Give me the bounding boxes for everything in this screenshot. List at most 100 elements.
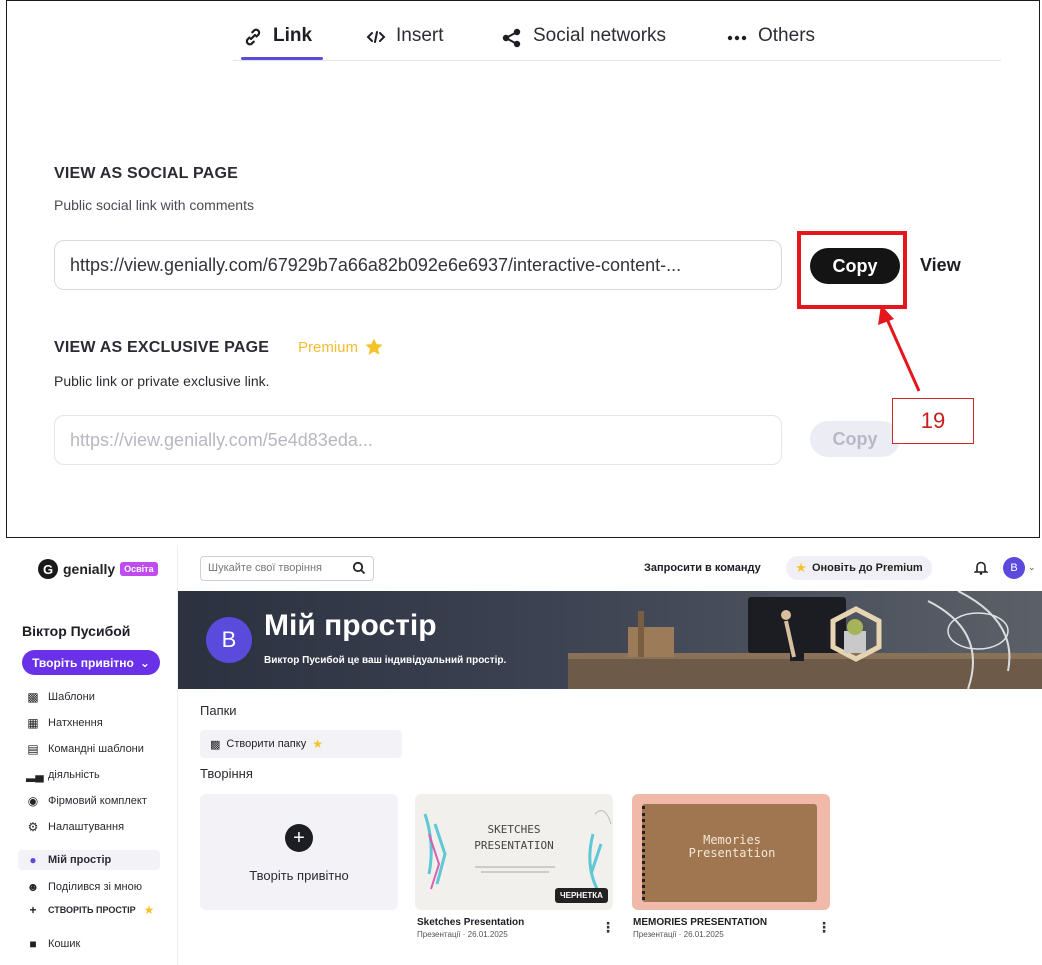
notebook-binding bbox=[642, 806, 652, 900]
highlight-box bbox=[797, 231, 907, 309]
desk-scene-illustration bbox=[568, 591, 1042, 689]
logo-text: genially bbox=[63, 561, 116, 577]
plus-icon: + bbox=[285, 824, 313, 852]
invite-team-link[interactable]: Запросити в команду bbox=[644, 562, 761, 574]
sidebar-item-inspiration[interactable]: ▦ Натхнення bbox=[26, 713, 103, 733]
annotation-arrow bbox=[878, 305, 921, 392]
gear-icon: ⚙ bbox=[27, 820, 39, 834]
search-placeholder: Шукайте свої творіння bbox=[208, 562, 322, 574]
creation-meta: Презентації · 26.01.2025 bbox=[633, 930, 724, 939]
trash-icon: ■ bbox=[29, 937, 37, 951]
bell-icon[interactable] bbox=[974, 560, 988, 575]
upgrade-label: Оновіть до Premium bbox=[811, 562, 923, 574]
active-tab-indicator bbox=[241, 57, 323, 60]
creation-thumbnail[interactable]: Memories Presentation bbox=[632, 794, 830, 910]
sidebar-item-settings[interactable]: ⚙ Налаштування bbox=[26, 817, 124, 837]
sidebar-item-create-space[interactable]: + СТВОРІТЬ ПРОСТІР ★ bbox=[26, 900, 154, 920]
genially-logo[interactable]: G genially Освіта bbox=[38, 559, 158, 579]
sidebar-item-label: Командні шаблони bbox=[48, 743, 144, 755]
draft-badge: ЧЕРНЕТКА bbox=[555, 888, 608, 903]
upgrade-button[interactable]: ★ Оновіть до Premium bbox=[786, 556, 932, 580]
avatar[interactable]: B bbox=[1003, 557, 1025, 579]
folders-heading: Папки bbox=[200, 703, 237, 718]
social-page-title: VIEW AS SOCIAL PAGE bbox=[54, 165, 238, 182]
creation-meta: Презентації · 26.01.2025 bbox=[417, 930, 508, 939]
team-templates-icon: ▤ bbox=[27, 742, 39, 756]
genially-logo-icon: G bbox=[38, 559, 58, 579]
creation-title[interactable]: Sketches Presentation bbox=[417, 917, 524, 928]
star-icon: ★ bbox=[795, 560, 807, 575]
sidebar-item-label: Налаштування bbox=[48, 821, 125, 833]
creation-thumbnail[interactable]: SKETCHES PRESENTATION ЧЕРНЕТКА bbox=[415, 794, 613, 910]
create-button[interactable]: Творіть привітно ⌄ bbox=[22, 650, 160, 675]
view-link[interactable]: View bbox=[920, 255, 961, 276]
create-button-label: Творіть привітно bbox=[32, 655, 134, 670]
sidebar-item-label: діяльність bbox=[48, 769, 100, 781]
thumbnail-title: Memories Presentation bbox=[688, 833, 776, 860]
premium-badge: Premium bbox=[298, 337, 384, 357]
user-name: Віктор Пусибой bbox=[22, 623, 131, 639]
premium-label: Premium bbox=[298, 338, 359, 356]
search-input[interactable]: Шукайте свої творіння bbox=[200, 556, 374, 581]
tab-insert[interactable]: Insert bbox=[366, 25, 444, 61]
sidebar-item-label: СТВОРІТЬ ПРОСТІР bbox=[48, 905, 136, 915]
annotation-number: 19 bbox=[892, 398, 974, 444]
create-folder-label: Створити папку bbox=[226, 738, 307, 750]
tab-link-label: Link bbox=[273, 25, 313, 46]
sidebar-item-my-space[interactable]: ● Мій простір bbox=[18, 850, 160, 870]
tab-insert-label: Insert bbox=[396, 25, 444, 46]
star-icon bbox=[365, 338, 383, 355]
sidebar-item-label: Поділився зі мною bbox=[48, 881, 142, 893]
star-icon: ★ bbox=[143, 903, 155, 917]
sidebar-item-shared[interactable]: ☻ Поділився зі мною bbox=[26, 877, 142, 897]
more-options-icon[interactable]: ⋮ bbox=[817, 919, 831, 936]
shared-icon: ☻ bbox=[26, 880, 40, 894]
brand-kit-icon: ◉ bbox=[27, 794, 39, 808]
sidebar-item-team-templates[interactable]: ▤ Командні шаблони bbox=[26, 739, 144, 759]
exclusive-page-title: VIEW AS EXCLUSIVE PAGE bbox=[54, 339, 270, 356]
social-url-field[interactable]: https://view.genially.com/67929b7a66a82b… bbox=[54, 240, 782, 290]
inspiration-icon: ▦ bbox=[27, 716, 39, 730]
edu-badge: Освіта bbox=[120, 562, 158, 576]
folder-icon: ▩ bbox=[210, 738, 221, 751]
tab-others[interactable]: Others bbox=[726, 25, 815, 61]
sidebar-item-trash[interactable]: ■ Кошик bbox=[26, 934, 80, 954]
thumbnail-title: SKETCHES PRESENTATION bbox=[474, 823, 554, 852]
sidebar-item-label: Фірмовий комплект bbox=[48, 795, 147, 807]
sidebar-item-activity[interactable]: ▂▄ діяльність bbox=[26, 765, 100, 785]
activity-icon: ▂▄ bbox=[26, 768, 44, 782]
grid-icon: ▩ bbox=[27, 690, 39, 704]
tab-social-label: Social networks bbox=[533, 25, 667, 46]
page-title: Мій простір bbox=[264, 609, 437, 642]
exclusive-url-field: https://view.genially.com/5e4d83eda... bbox=[54, 415, 782, 465]
share-icon bbox=[502, 28, 521, 48]
creations-heading: Творіння bbox=[200, 766, 253, 781]
sidebar: G genially Освіта Віктор Пусибой Творіть… bbox=[0, 545, 178, 965]
share-dialog: Link Insert Social networks Others VIEW … bbox=[6, 0, 1040, 538]
more-options-icon[interactable]: ⋮ bbox=[601, 919, 615, 936]
create-folder-button[interactable]: ▩ Створити папку ★ bbox=[200, 730, 402, 758]
chevron-down-icon[interactable]: ⌄ bbox=[1028, 562, 1036, 573]
more-icon bbox=[727, 35, 747, 41]
link-icon bbox=[245, 28, 261, 46]
search-icon bbox=[352, 561, 366, 575]
sidebar-item-brand-kit[interactable]: ◉ Фірмовий комплект bbox=[26, 791, 147, 811]
sidebar-item-label: Шаблони bbox=[48, 691, 95, 703]
sidebar-item-label: Натхнення bbox=[48, 717, 103, 729]
creation-title[interactable]: MEMORIES PRESENTATION bbox=[633, 917, 767, 928]
social-page-subtitle: Public social link with comments bbox=[54, 197, 254, 213]
new-creation-label: Творіть привітно bbox=[249, 868, 349, 883]
dashboard: G genially Освіта Віктор Пусибой Творіть… bbox=[0, 545, 1042, 965]
tab-others-label: Others bbox=[758, 25, 816, 46]
sidebar-item-label: Кошик bbox=[48, 938, 81, 950]
sidebar-item-templates[interactable]: ▩ Шаблони bbox=[26, 687, 95, 707]
tab-social-networks[interactable]: Social networks bbox=[501, 25, 666, 61]
plus-icon: + bbox=[29, 903, 37, 917]
exclusive-page-subtitle: Public link or private exclusive link. bbox=[54, 373, 270, 389]
sidebar-item-label: Мій простір bbox=[48, 854, 112, 866]
star-icon: ★ bbox=[312, 737, 323, 751]
new-creation-card[interactable]: + Творіть привітно bbox=[200, 794, 398, 910]
copy-exclusive-link-button: Copy bbox=[810, 421, 900, 457]
chevron-down-icon: ⌄ bbox=[139, 655, 150, 670]
tab-link[interactable]: Link bbox=[243, 25, 312, 61]
